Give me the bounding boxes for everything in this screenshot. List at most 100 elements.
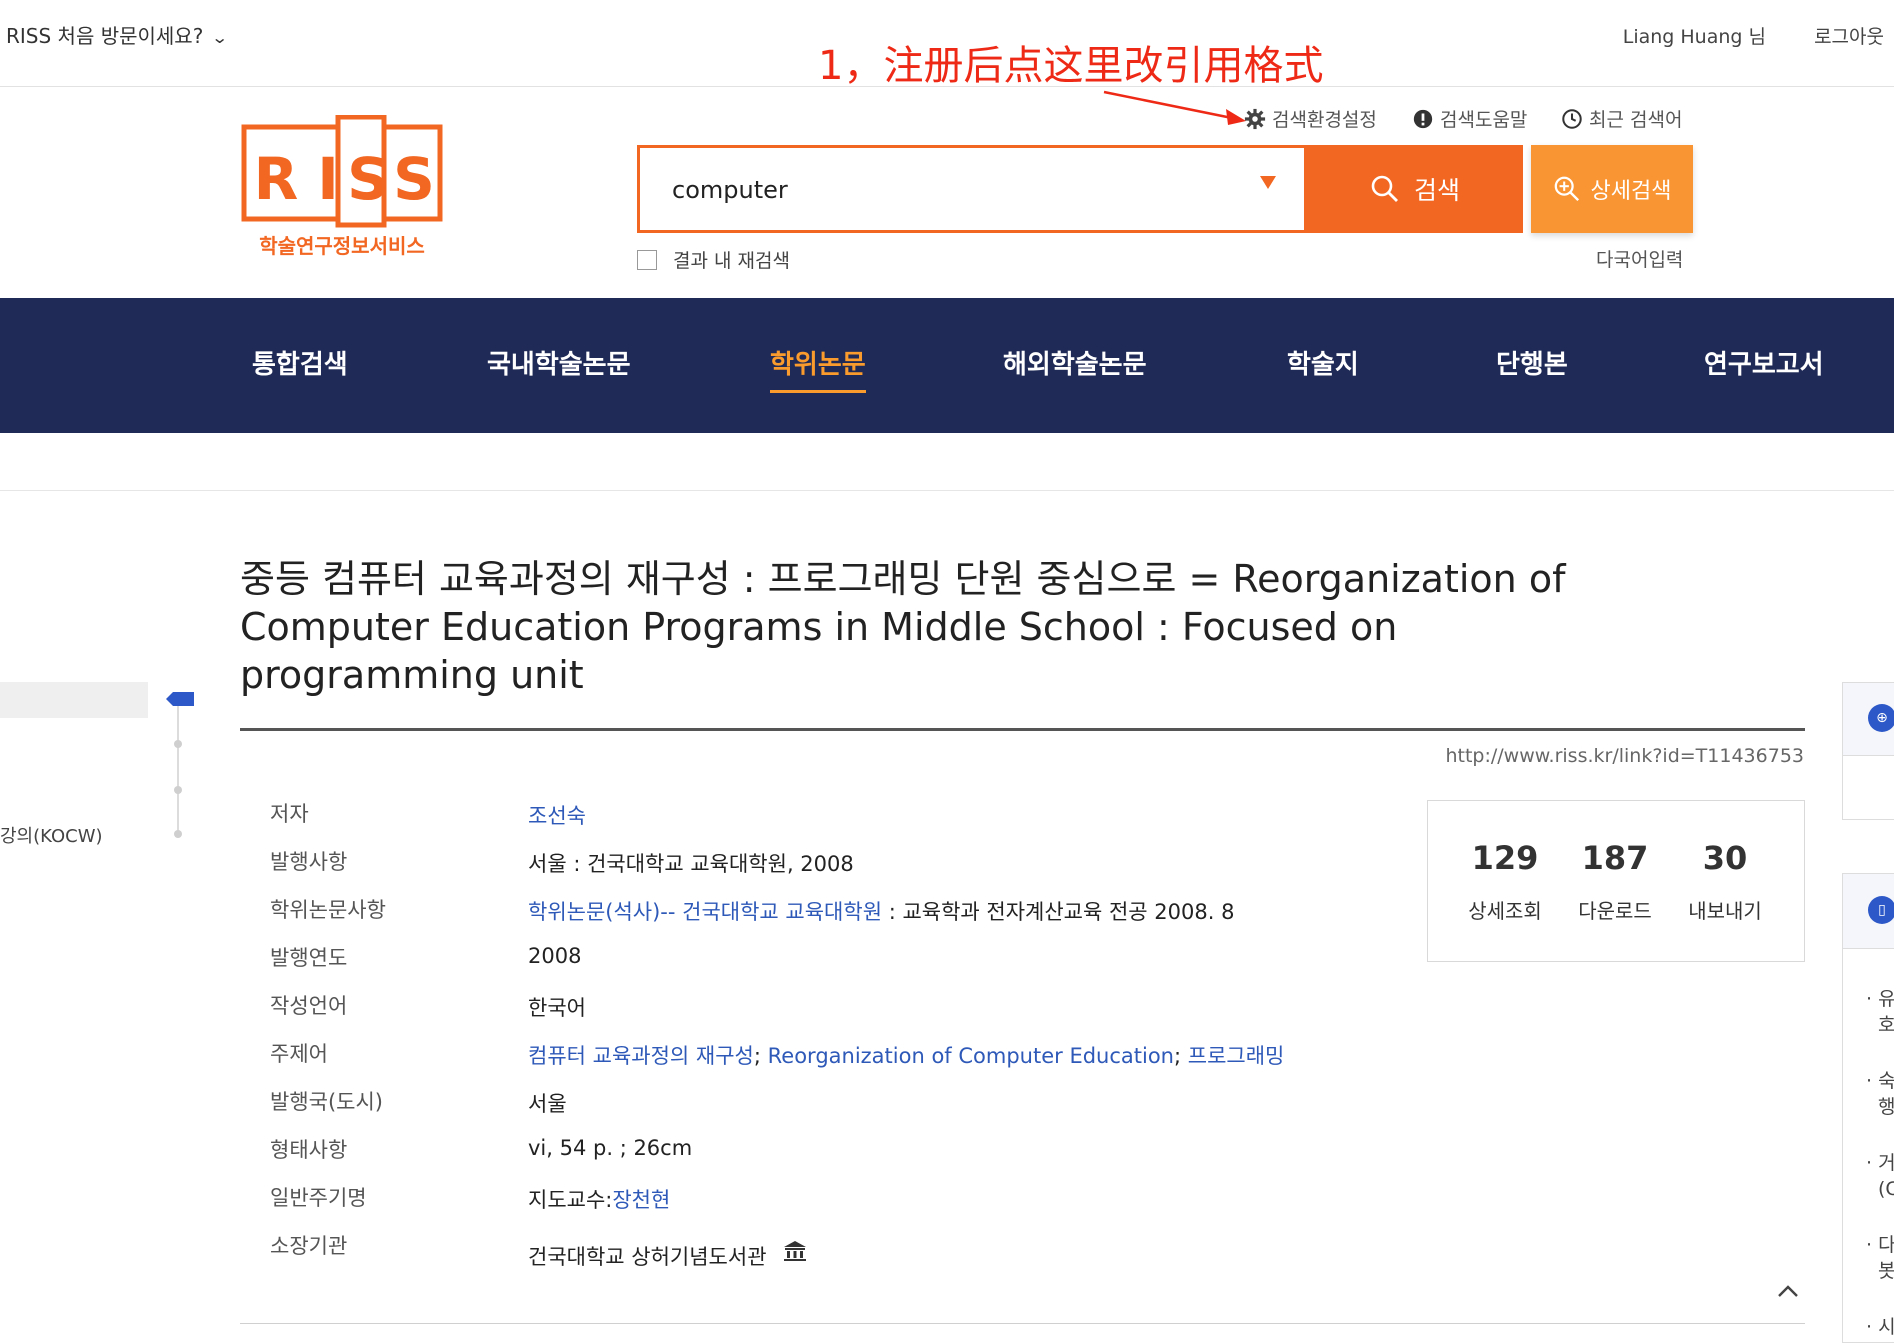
share-icon[interactable]: ⊕ [1868, 704, 1894, 732]
value-year: 2008 [528, 944, 582, 968]
search-settings-label: 검색환경설정 [1272, 109, 1377, 131]
search-box [637, 145, 1307, 233]
stat-views-value: 129 [1471, 839, 1539, 877]
label-publication: 발행사항 [270, 850, 348, 874]
keyword-link[interactable]: 컴퓨터 교육과정의 재구성 [528, 1044, 754, 1068]
right-panel-item[interactable]: 호 [1878, 1012, 1894, 1038]
label-format: 형태사항 [270, 1138, 348, 1162]
stat-exports-value: 30 [1702, 839, 1748, 877]
value-country: 서울 [528, 1092, 567, 1116]
stat-views-label: 상세조회 [1468, 899, 1542, 923]
library-icon[interactable] [783, 1240, 807, 1262]
multilang-input-link[interactable]: 다국어입력 [1596, 245, 1683, 272]
value-notes: 지도교수:장천현 [528, 1184, 670, 1214]
degree-link[interactable]: 학위논문(석사)-- 건국대학교 교육대학원 [528, 900, 882, 924]
value-language: 한국어 [528, 996, 586, 1020]
side-nav-track [177, 706, 179, 834]
advisor-link[interactable]: 장천현 [612, 1188, 670, 1212]
keyword-link[interactable]: Reorganization of Computer Education [768, 1044, 1174, 1068]
right-panel-item[interactable]: 행 [1878, 1094, 1894, 1120]
value-format: vi, 54 p. ; 26cm [528, 1136, 693, 1160]
side-nav-dot[interactable] [174, 786, 182, 794]
nav-research-reports[interactable]: 연구보고서 [1704, 344, 1824, 381]
search-help-link[interactable]: 검색도움말 [1412, 105, 1527, 132]
right-panel-item[interactable]: 봇 [1878, 1258, 1894, 1284]
page-title: 중등 컴퓨터 교육과정의 재구성 : 프로그래밍 단원 중심으로 = Reorg… [240, 557, 1566, 697]
first-visit-label: RISS 처음 방문이세요? [6, 24, 204, 48]
label-keywords: 주제어 [270, 1042, 328, 1066]
logo-letter-i: I [317, 145, 339, 213]
value-degree: 학위논문(석사)-- 건국대학교 교육대학원 : 교육학과 전자계산교육 전공 … [528, 896, 1234, 926]
nav-journals[interactable]: 학술지 [1287, 344, 1359, 381]
divider [0, 490, 1894, 491]
right-panel-item[interactable]: · 숙 [1866, 1068, 1894, 1094]
side-nav-dot[interactable] [174, 740, 182, 748]
nav-domestic-papers[interactable]: 국내학술논문 [487, 344, 631, 381]
recent-search-label: 최근 검색어 [1589, 109, 1683, 131]
value-keywords: 컴퓨터 교육과정의 재구성; Reorganization of Compute… [528, 1040, 1284, 1070]
right-panel-item[interactable]: · 다 [1866, 1232, 1894, 1258]
bookmark-flag-icon [166, 692, 194, 706]
label-notes: 일반주기명 [270, 1186, 367, 1210]
refine-label: 결과 내 재검색 [673, 250, 790, 272]
gear-icon [1244, 108, 1266, 129]
search-icon [1371, 175, 1398, 202]
logo-letter-s1: S [347, 145, 389, 213]
nav-theses[interactable]: 학위논문 [770, 344, 866, 393]
logo-subtitle: 학술연구정보서비스 [259, 234, 425, 258]
label-year: 발행연도 [270, 946, 348, 970]
stats-box: 129 상세조회 187 다운로드 30 내보내기 [1427, 800, 1805, 962]
chevron-down-icon: ⌄ [211, 28, 229, 47]
stat-downloads-value: 187 [1581, 839, 1649, 877]
stat-downloads-label: 다운로드 [1578, 899, 1652, 923]
side-nav-dot[interactable] [174, 830, 182, 838]
recent-search-link[interactable]: 최근 검색어 [1561, 105, 1682, 132]
refine-checkbox[interactable] [637, 249, 657, 270]
logo-letter-s2: S [393, 145, 435, 213]
stat-exports: 30 내보내기 [1670, 839, 1780, 924]
riss-logo[interactable]: R I S S 학술연구정보서비스 [240, 115, 445, 260]
label-degree: 학위논문사항 [270, 898, 386, 922]
first-visit-dropdown[interactable]: RISS 처음 방문이세요? ⌄ [6, 20, 229, 49]
clock-icon [1562, 108, 1582, 129]
stat-views: 129 상세조회 [1450, 839, 1560, 924]
keyword-separator: ; [753, 1044, 761, 1068]
title-divider [240, 728, 1805, 731]
info-icon [1413, 109, 1433, 128]
right-panel-item[interactable]: · 유 [1866, 986, 1894, 1012]
search-input[interactable] [670, 170, 1234, 210]
logo-letter-r: R [254, 145, 299, 213]
side-nav-active-item[interactable] [0, 682, 148, 718]
right-panel-item[interactable]: · 시 [1866, 1314, 1894, 1340]
advanced-search-label: 상세검색 [1590, 179, 1672, 204]
keyword-link[interactable]: 프로그래밍 [1188, 1044, 1285, 1068]
logout-link[interactable]: 로그아웃 [1814, 22, 1884, 49]
nav-foreign-papers[interactable]: 해외학술논문 [1003, 344, 1147, 381]
zoom-in-icon [1554, 176, 1579, 202]
advanced-search-button[interactable]: 상세검색 [1531, 145, 1693, 233]
nav-books[interactable]: 단행본 [1496, 344, 1568, 381]
main-nav: 통합검색 국내학술논문 학위논문 해외학술논문 학술지 단행본 연구보고서 [0, 298, 1894, 433]
label-holding: 소장기관 [270, 1234, 348, 1258]
author-link[interactable]: 조선숙 [528, 800, 586, 830]
stat-downloads: 187 다운로드 [1560, 839, 1670, 924]
right-panel-item[interactable]: · 거 [1866, 1150, 1894, 1176]
search-settings-link[interactable]: 검색환경설정 [1244, 105, 1377, 132]
annotation-text: 1，注册后点这里改引用格式 [818, 43, 1324, 89]
book-icon[interactable]: ▯ [1868, 896, 1894, 924]
refine-search: 결과 내 재검색 [637, 246, 790, 273]
label-country: 발행국(도시) [270, 1090, 383, 1114]
side-nav-kocw[interactable]: 강의(KOCW) [0, 822, 103, 848]
right-panel-item[interactable]: (C [1878, 1176, 1894, 1202]
permalink[interactable]: http://www.riss.kr/link?id=T11436753 [1445, 745, 1804, 767]
advisor-prefix: 지도교수: [528, 1188, 613, 1212]
nav-integrated-search[interactable]: 통합검색 [252, 344, 348, 381]
search-dropdown-toggle[interactable] [1260, 176, 1276, 189]
label-author: 저자 [270, 802, 309, 826]
chevron-up-icon[interactable] [1775, 1278, 1801, 1304]
holding-library: 건국대학교 상허기념도서관 [528, 1245, 767, 1269]
degree-detail: : 교육학과 전자계산교육 전공 2008. 8 [882, 900, 1235, 924]
value-holding: 건국대학교 상허기념도서관 [528, 1240, 807, 1271]
label-language: 작성언어 [270, 994, 348, 1018]
search-button[interactable]: 검색 [1307, 145, 1523, 233]
